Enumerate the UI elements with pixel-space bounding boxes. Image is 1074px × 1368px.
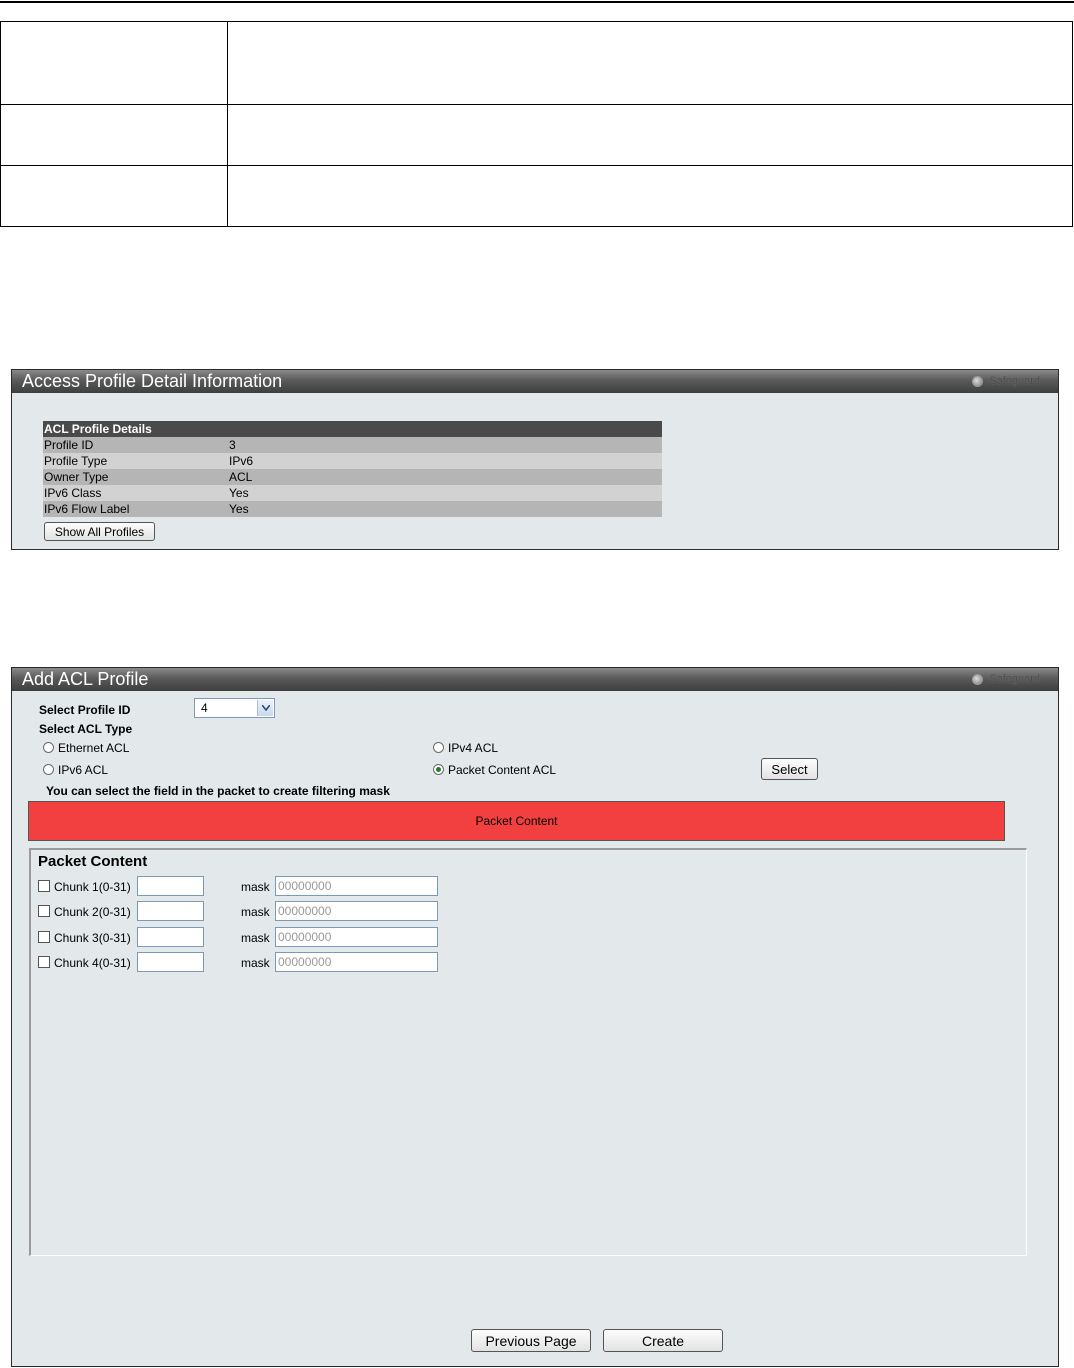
safeguard-label: Safeguard (989, 673, 1040, 685)
doc-cell (227, 21, 1073, 105)
row-value: ACL (228, 469, 662, 485)
chunk-4-mask-input[interactable]: 00000000 (275, 952, 438, 972)
profile-id-select[interactable]: 4 (194, 698, 275, 718)
chunk-3-mask-input[interactable]: 00000000 (275, 927, 438, 947)
safeguard-indicator: Safeguard (972, 673, 1040, 686)
panel-title: Access Profile Detail Information (22, 371, 283, 391)
safeguard-label: Safeguard (989, 375, 1040, 387)
chunk-4-input[interactable] (137, 952, 204, 972)
table-row: Profile Type IPv6 (43, 453, 662, 469)
ipv4-acl-label: IPv4 ACL (448, 741, 499, 755)
table-row: Owner Type ACL (43, 469, 662, 485)
doc-cell (227, 165, 1073, 227)
ipv4-acl-radio[interactable] (433, 742, 444, 753)
panel-title-bar: Add ACL Profile Safeguard (12, 668, 1058, 691)
ethernet-acl-radio[interactable] (43, 742, 54, 753)
chunk-4-mask-label: mask (241, 956, 270, 970)
chunk-2-input[interactable] (137, 901, 204, 921)
chunk-4-checkbox[interactable] (38, 956, 50, 968)
chunk-2-mask-label: mask (241, 905, 270, 919)
packet-content-title: Packet Content (38, 853, 148, 870)
chunk-1-input[interactable] (137, 876, 204, 896)
acl-profile-details-table: ACL Profile Details Profile ID 3 Profile… (43, 421, 662, 517)
packet-content-acl-label: Packet Content ACL (448, 763, 557, 777)
packet-content-bar[interactable]: Packet Content (28, 801, 1005, 841)
show-all-profiles-button[interactable]: Show All Profiles (44, 522, 155, 541)
ipv6-acl-radio[interactable] (43, 764, 54, 775)
chunk-3-input[interactable] (137, 927, 204, 947)
panel-title-bar: Access Profile Detail Information Safegu… (12, 370, 1058, 393)
select-acl-type-label: Select ACL Type (39, 722, 133, 736)
row-value: Yes (228, 501, 662, 517)
doc-cell (0, 165, 228, 227)
table-header: ACL Profile Details (43, 421, 662, 437)
chunk-1-checkbox[interactable] (38, 880, 50, 892)
chunk-2-label: Chunk 2(0-31) (54, 905, 131, 919)
add-acl-profile-panel: Add ACL Profile Safeguard Select Profile… (11, 667, 1059, 1367)
table-row: IPv6 Flow Label Yes (43, 501, 662, 517)
row-key: IPv6 Class (43, 485, 228, 501)
safeguard-indicator: Safeguard (972, 375, 1040, 388)
chunk-3-mask-label: mask (241, 931, 270, 945)
row-value: Yes (228, 485, 662, 501)
row-key: Profile ID (43, 437, 228, 453)
select-profile-id-label: Select Profile ID (39, 703, 131, 717)
chunk-2-mask-input[interactable]: 00000000 (275, 901, 438, 921)
chevron-down-icon[interactable] (257, 700, 273, 716)
table-header-row: ACL Profile Details (43, 421, 662, 437)
access-profile-detail-panel: Access Profile Detail Information Safegu… (11, 369, 1059, 550)
chunk-1-label: Chunk 1(0-31) (54, 880, 131, 894)
chunk-4-label: Chunk 4(0-31) (54, 956, 131, 970)
packet-content-fieldset: Packet Content Chunk 1(0-31) mask 000000… (29, 848, 1027, 1256)
create-button[interactable]: Create (603, 1329, 723, 1352)
safeguard-icon (972, 674, 984, 685)
row-value: IPv6 (228, 453, 662, 469)
ethernet-acl-label: Ethernet ACL (58, 741, 130, 755)
table-row: Profile ID 3 (43, 437, 662, 453)
row-key: Profile Type (43, 453, 228, 469)
filter-mask-hint: You can select the field in the packet t… (46, 784, 390, 798)
safeguard-icon (972, 376, 984, 387)
chunk-3-label: Chunk 3(0-31) (54, 931, 131, 945)
chunk-1-mask-label: mask (241, 880, 270, 894)
row-value: 3 (228, 437, 662, 453)
top-rule (0, 1, 1074, 3)
ipv6-acl-label: IPv6 ACL (58, 763, 109, 777)
chunk-2-checkbox[interactable] (38, 905, 50, 917)
panel-title: Add ACL Profile (22, 669, 149, 689)
doc-cell (0, 21, 228, 105)
select-button[interactable]: Select (761, 758, 818, 780)
document-table (0, 21, 1073, 227)
table-row: IPv6 Class Yes (43, 485, 662, 501)
doc-cell (227, 104, 1073, 166)
row-key: Owner Type (43, 469, 228, 485)
previous-page-button[interactable]: Previous Page (471, 1329, 591, 1352)
profile-id-value: 4 (201, 701, 208, 715)
chunk-3-checkbox[interactable] (38, 931, 50, 943)
packet-content-acl-radio[interactable] (433, 764, 444, 775)
doc-cell (0, 104, 228, 166)
row-key: IPv6 Flow Label (43, 501, 228, 517)
chunk-1-mask-input[interactable]: 00000000 (275, 876, 438, 896)
